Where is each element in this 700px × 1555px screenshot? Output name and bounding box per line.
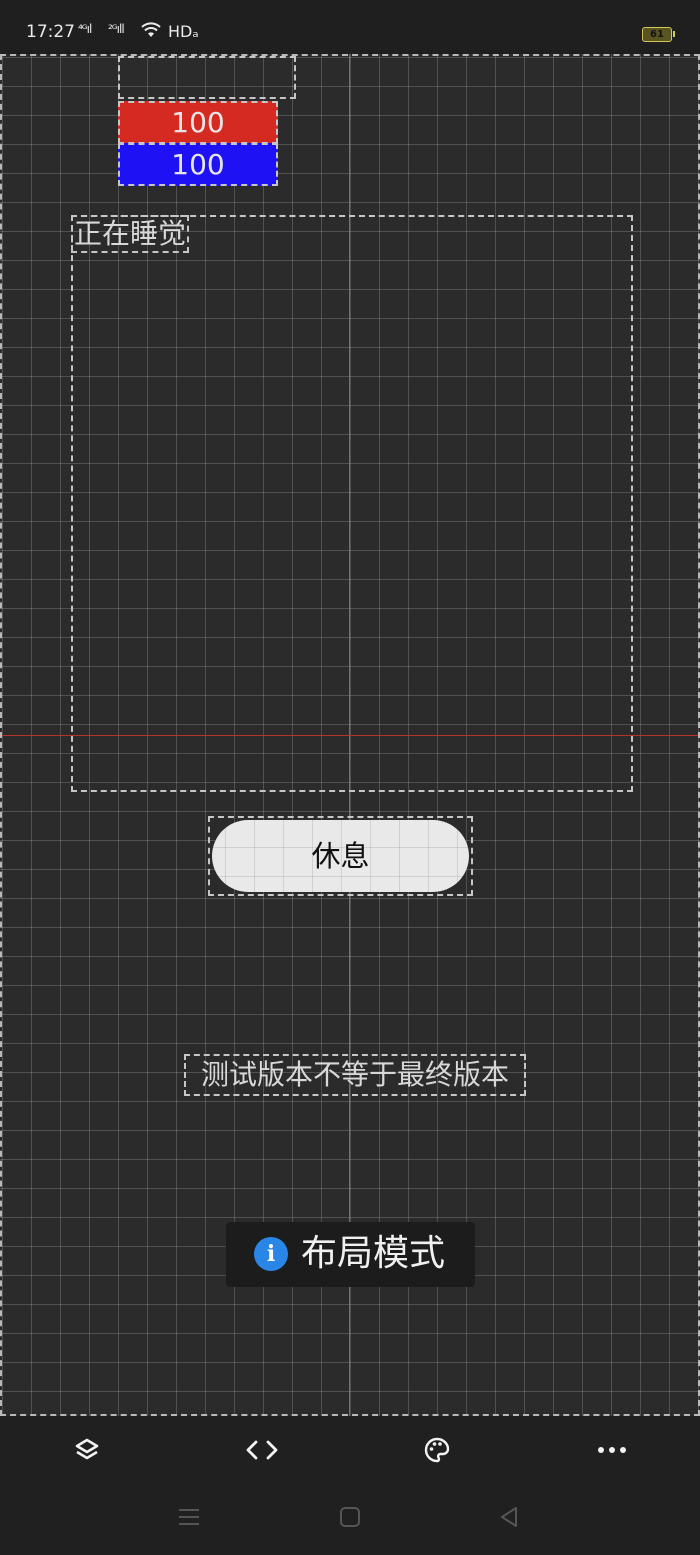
layout-canvas[interactable]: 100 100 正在睡觉 休息 测试版本不等于最终版本 i 布局模式: [0, 54, 700, 1416]
layers-icon: [75, 1438, 99, 1460]
recent-apps-button[interactable]: [174, 1502, 204, 1532]
signal-2g-icon: ²ᴳıll: [108, 22, 125, 36]
code-button[interactable]: [242, 1432, 282, 1468]
test-version-note[interactable]: 测试版本不等于最终版本: [184, 1054, 526, 1096]
bottom-toolbar: [0, 1416, 700, 1482]
sleep-status-label[interactable]: 正在睡觉: [71, 215, 190, 253]
back-icon: [501, 1507, 517, 1527]
toast-text: 布局模式: [301, 1233, 446, 1274]
palette-icon: [424, 1437, 450, 1463]
layout-mode-toast: i 布局模式: [226, 1222, 475, 1287]
status-time: 17:27: [26, 22, 75, 42]
rest-button[interactable]: 休息: [212, 820, 469, 892]
status-bar: 17:27 ⁴ᴳıl ²ᴳıll HDₐ 61: [0, 0, 700, 54]
info-icon: i: [254, 1237, 288, 1271]
menu-icon: [179, 1509, 199, 1525]
home-icon: [340, 1507, 360, 1527]
theme-button[interactable]: [417, 1432, 457, 1468]
wifi-icon: [141, 22, 161, 37]
layers-button[interactable]: [67, 1432, 107, 1468]
code-icon: [246, 1440, 278, 1460]
red-value-bar[interactable]: 100: [118, 101, 278, 144]
blue-value-bar[interactable]: 100: [118, 143, 278, 186]
home-button[interactable]: [335, 1502, 365, 1532]
rest-button-frame: 休息: [208, 816, 473, 896]
more-icon: [598, 1447, 626, 1453]
empty-view-box[interactable]: [118, 56, 296, 99]
more-button[interactable]: [592, 1432, 632, 1468]
battery-icon: 61: [642, 27, 675, 42]
system-nav-bar: [0, 1482, 700, 1555]
network-hd-label: HDₐ: [168, 22, 199, 41]
signal-4g-icon: ⁴ᴳıl: [78, 22, 92, 36]
back-button[interactable]: [494, 1502, 524, 1532]
sleep-panel[interactable]: 正在睡觉: [71, 215, 633, 792]
